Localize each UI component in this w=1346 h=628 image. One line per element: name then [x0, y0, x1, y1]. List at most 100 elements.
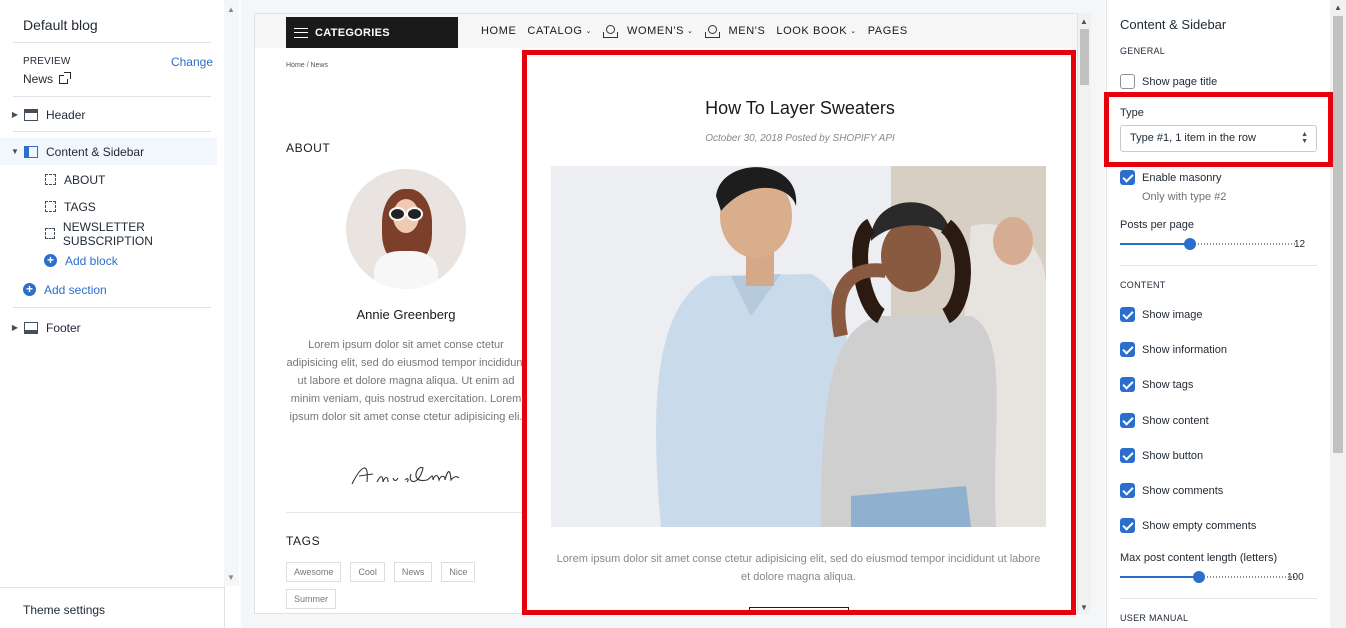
slider-knob[interactable] — [1184, 238, 1196, 250]
post-title[interactable]: How To Layer Sweaters — [522, 98, 1077, 119]
block-label: ABOUT — [64, 172, 106, 187]
slider-fill — [1120, 243, 1190, 245]
section-footer[interactable]: ▶ Footer — [0, 314, 217, 341]
show-button-checkbox[interactable] — [1120, 448, 1135, 463]
tag-cool[interactable]: Cool — [350, 562, 385, 582]
show-button-option[interactable]: Show button — [1120, 448, 1203, 463]
slider-knob[interactable] — [1192, 571, 1205, 583]
nav-pages[interactable]: PAGES — [868, 25, 908, 37]
section-header[interactable]: ▶ Header — [0, 101, 217, 128]
chevron-down-icon: ⌄ — [585, 28, 593, 35]
show-comments-option[interactable]: Show comments — [1120, 483, 1223, 498]
show-empty-comments-checkbox[interactable] — [1120, 518, 1135, 533]
scroll-up-icon[interactable]: ▲ — [1080, 17, 1088, 26]
post-excerpt: Lorem ipsum dolor sit amet conse ctetur … — [556, 553, 1041, 583]
nav-catalog[interactable]: CATALOG ⌄ — [527, 25, 592, 37]
block-icon — [45, 228, 55, 239]
panel-title: Content & Sidebar — [1120, 17, 1227, 32]
scroll-down-icon[interactable]: ▼ — [227, 573, 235, 582]
show-empty-comments-option[interactable]: Show empty comments — [1120, 518, 1256, 533]
categories-label: CATEGORIES — [315, 26, 390, 39]
preview-frame: CATEGORIES HOME CATALOG ⌄ WOMEN'S ⌄ MEN'S … — [241, 0, 1105, 628]
nav-home[interactable]: HOME — [481, 25, 516, 37]
show-information-checkbox[interactable] — [1120, 342, 1135, 357]
nav-label: HOME — [481, 25, 517, 37]
nav-label: CATALOG — [527, 25, 583, 37]
caret-right-icon[interactable]: ▶ — [8, 323, 22, 332]
option-label: Enable masonry — [1142, 171, 1222, 184]
divider — [13, 96, 211, 97]
sidebar-scrollbar[interactable]: ▲ ▼ — [224, 0, 239, 586]
caret-right-icon[interactable]: ▶ — [8, 110, 22, 119]
menu-icon — [294, 27, 308, 38]
signature-image — [351, 466, 460, 485]
enable-masonry-checkbox[interactable] — [1120, 170, 1135, 185]
caret-down-icon[interactable]: ▼ — [8, 147, 22, 156]
show-page-title-checkbox[interactable] — [1120, 74, 1135, 89]
add-block-label: Add block — [65, 253, 118, 268]
scroll-down-icon[interactable]: ▼ — [1080, 603, 1088, 612]
tag-nice[interactable]: Nice — [441, 562, 476, 582]
preview-page-link[interactable]: News — [23, 71, 72, 86]
show-information-option[interactable]: Show information — [1120, 342, 1227, 357]
author-avatar — [346, 169, 466, 289]
theme-settings-button[interactable]: Theme settings — [0, 587, 225, 628]
show-content-option[interactable]: Show content — [1120, 413, 1209, 428]
block-newsletter[interactable]: NEWSLETTER SUBSCRIPTION — [0, 220, 217, 248]
show-tags-checkbox[interactable] — [1120, 377, 1135, 392]
header-section-icon — [24, 108, 38, 121]
post-photo — [551, 166, 1046, 527]
option-label: Show button — [1142, 449, 1204, 462]
post-image[interactable] — [551, 166, 1046, 527]
option-label: Show information — [1142, 343, 1227, 356]
preview-scrollbar[interactable]: ▲ ▼ — [1078, 13, 1091, 614]
main-nav: HOME CATALOG ⌄ WOMEN'S ⌄ MEN'S LOOK BOOK ⌄ … — [481, 24, 919, 38]
divider — [1120, 598, 1317, 599]
block-tags[interactable]: TAGS — [0, 193, 217, 220]
show-page-title-option[interactable]: Show page title — [1120, 74, 1217, 89]
enable-masonry-option[interactable]: Enable masonry — [1120, 170, 1222, 185]
divider — [13, 307, 211, 308]
divider — [13, 131, 211, 132]
max-length-slider[interactable] — [1120, 571, 1295, 583]
tag-awesome[interactable]: Awesome — [286, 562, 342, 582]
show-image-checkbox[interactable] — [1120, 307, 1135, 322]
author-bio: Lorem ipsum dolor sit amet conse ctetur … — [286, 339, 526, 423]
breadcrumb[interactable]: Home / News — [286, 62, 328, 69]
block-about[interactable]: ABOUT — [0, 166, 217, 193]
categories-button[interactable]: CATEGORIES — [286, 17, 458, 48]
external-link-icon — [59, 71, 72, 84]
add-section-button[interactable]: + Add section — [0, 276, 217, 303]
show-image-option[interactable]: Show image — [1120, 307, 1203, 322]
panel-scrollbar[interactable]: ▲ — [1330, 0, 1346, 628]
scroll-up-icon[interactable]: ▲ — [1334, 3, 1342, 12]
posts-per-page-slider[interactable] — [1120, 238, 1295, 250]
divider — [286, 512, 526, 513]
scroll-up-icon[interactable]: ▲ — [227, 5, 235, 14]
tag-news[interactable]: News — [393, 562, 433, 582]
read-more-button[interactable] — [749, 607, 849, 613]
option-label: Show tags — [1142, 378, 1194, 391]
change-preview-link[interactable]: Change — [171, 55, 213, 69]
nav-mens[interactable]: MEN'S — [729, 25, 766, 37]
tag-summer[interactable]: Summer — [286, 589, 337, 609]
show-tags-option[interactable]: Show tags — [1120, 377, 1193, 392]
scroll-thumb[interactable] — [1333, 16, 1343, 453]
block-icon — [45, 174, 56, 185]
nav-lookbook[interactable]: LOOK BOOK ⌄ — [776, 25, 856, 37]
blog-post-card: How To Layer Sweaters October 30, 2018 P… — [522, 50, 1077, 613]
option-label: Show page title — [1142, 75, 1218, 88]
storefront-preview: CATEGORIES HOME CATALOG ⌄ WOMEN'S ⌄ MEN'S … — [254, 13, 1078, 614]
type-select[interactable]: Type #1, 1 item in the row ▲ ▼ — [1120, 125, 1317, 152]
preview-label: PREVIEW — [23, 56, 71, 67]
max-length-value: 100 — [1287, 572, 1304, 583]
show-comments-checkbox[interactable] — [1120, 483, 1135, 498]
scroll-thumb[interactable] — [1080, 29, 1089, 85]
nav-womens[interactable]: WOMEN'S ⌄ — [627, 25, 694, 37]
nav-label: LOOK BOOK — [776, 25, 848, 37]
section-content-sidebar[interactable]: ▼ Content & Sidebar — [0, 138, 217, 165]
show-content-checkbox[interactable] — [1120, 413, 1135, 428]
add-block-button[interactable]: + Add block — [0, 247, 217, 274]
tag-list: Awesome Cool News Nice Summer — [286, 562, 526, 613]
template-title: Default blog — [23, 17, 98, 33]
